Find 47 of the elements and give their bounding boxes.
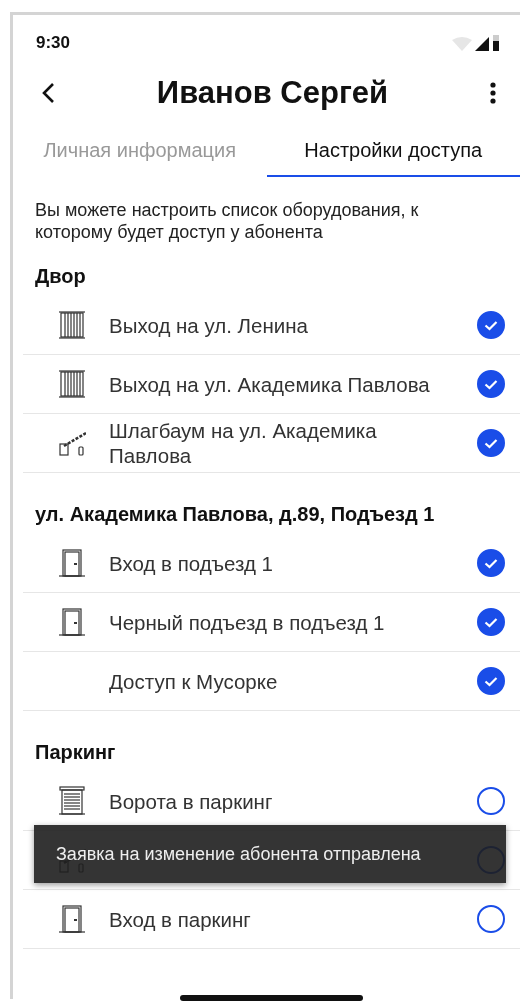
check-icon (484, 378, 498, 390)
list-item[interactable]: Выход на ул. Академика Павлова (23, 355, 520, 414)
list-item[interactable]: Вход в подъезд 1 (23, 534, 520, 593)
checkbox[interactable] (477, 311, 505, 339)
item-label: Вход в подъезд 1 (109, 550, 274, 576)
section-title: Паркинг (34, 740, 117, 765)
list-item[interactable]: Вход в паркинг (23, 890, 520, 949)
status-time: 9:30 (36, 32, 71, 53)
battery-icon (492, 34, 500, 51)
item-label: Вход в паркинг (109, 906, 252, 932)
check-icon (484, 616, 498, 628)
item-label: Ворота в паркинг (109, 788, 274, 814)
checkbox[interactable] (477, 429, 505, 457)
item-label: Черный подъезд в подъезд 1 (109, 609, 386, 635)
screen-title: Иванов Сергей (156, 74, 389, 111)
item-label: Выход на ул. Ленина (109, 312, 309, 338)
checkbox[interactable] (477, 905, 505, 933)
garage-door-icon (58, 786, 86, 816)
check-icon (484, 437, 498, 449)
item-label: Доступ к Мусорке (109, 668, 279, 694)
checkbox[interactable] (477, 667, 505, 695)
door-icon (58, 548, 86, 578)
signal-icon (475, 36, 489, 51)
check-icon (484, 675, 498, 687)
door-icon (58, 607, 86, 637)
section-title: ул. Академика Павлова, д.89, Подъезд 1 (34, 502, 436, 527)
list-item[interactable]: Выход на ул. Ленина (23, 296, 520, 355)
check-icon (484, 319, 498, 331)
wifi-icon (452, 36, 472, 51)
door-icon (58, 904, 86, 934)
item-label: Выход на ул. Академика Павлова (109, 371, 431, 397)
more-icon (490, 81, 496, 104)
list-item[interactable]: Доступ к Мусорке (23, 652, 520, 711)
checkbox[interactable] (477, 370, 505, 398)
back-icon (41, 81, 55, 104)
list-item[interactable]: Черный подъезд в подъезд 1 (23, 593, 520, 652)
description-text: Вы можете настроить список оборудования, к которому будет доступ у абонента (35, 199, 420, 243)
checkbox[interactable] (477, 549, 505, 577)
list-item[interactable]: Шлагбаум на ул. Академика Павлова (23, 414, 520, 473)
checkbox[interactable] (477, 787, 505, 815)
gate-icon (58, 310, 86, 340)
checkbox[interactable] (477, 608, 505, 636)
gate-icon (58, 369, 86, 399)
item-label: Шлагбаум на ул. Академика Павлова (109, 418, 378, 468)
tab[interactable]: Настройки доступа (266, 125, 520, 177)
check-icon (484, 557, 498, 569)
message-toast: Заявка на изменение абонента отправлена (34, 825, 506, 883)
